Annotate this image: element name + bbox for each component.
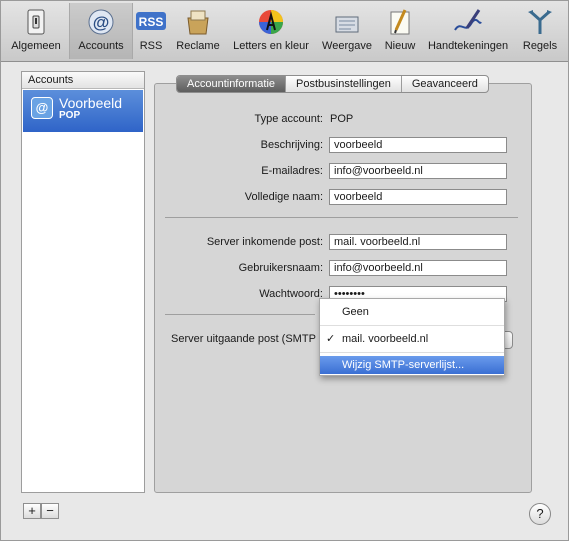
preferences-toolbar: Algemeen @ Accounts RSS RSS Reclame Lett…	[1, 1, 568, 62]
menu-item-edit-smtp-list[interactable]: Wijzig SMTP-serverlijst...	[320, 356, 504, 374]
tab-bar: Accountinformatie Postbusinstellingen Ge…	[176, 75, 489, 93]
toolbar-label: Regels	[522, 40, 558, 52]
menu-separator	[320, 325, 504, 326]
email-field[interactable]: info@voorbeeld.nl	[329, 163, 507, 179]
username-field[interactable]: info@voorbeeld.nl	[329, 260, 507, 276]
toolbar-item-letters-en-kleur[interactable]: Letters en kleur	[227, 3, 315, 59]
fullname-label: Volledige naam:	[244, 191, 323, 203]
section-divider	[165, 217, 518, 218]
toolbar-item-rss[interactable]: RSS RSS	[134, 3, 168, 59]
remove-account-button[interactable]: −	[41, 503, 59, 519]
email-label: E-mailadres:	[261, 165, 323, 177]
menu-item-mail-server[interactable]: ✓ mail. voorbeeld.nl	[320, 330, 504, 348]
toolbar-label: Reclame	[176, 40, 220, 52]
smtp-server-menu: Geen ✓ mail. voorbeeld.nl Wijzig SMTP-se…	[319, 298, 505, 376]
toolbar-item-reclame[interactable]: Reclame	[173, 3, 223, 59]
svg-text:@: @	[93, 13, 110, 32]
tab-postbusinstellingen[interactable]: Postbusinstellingen	[286, 76, 402, 92]
menu-separator	[320, 352, 504, 353]
rss-icon: RSS	[136, 12, 166, 30]
checkmark-icon: ✓	[326, 333, 336, 345]
toolbar-item-weergave[interactable]: Weergave	[319, 3, 375, 59]
toolbar-label: Letters en kleur	[233, 40, 309, 52]
svg-text:RSS: RSS	[139, 15, 164, 29]
composing-icon	[390, 9, 410, 35]
tab-accountinformatie[interactable]: Accountinformatie	[177, 76, 287, 92]
section-divider	[165, 314, 315, 315]
toolbar-item-handtekeningen[interactable]: Handtekeningen	[423, 3, 513, 59]
preferences-window: Algemeen @ Accounts RSS RSS Reclame Lett…	[0, 0, 569, 541]
toolbar-item-algemeen[interactable]: Algemeen	[6, 3, 66, 59]
switch-icon	[27, 9, 45, 35]
fullname-field[interactable]: voorbeeld	[329, 189, 507, 205]
toolbar-label: Accounts	[78, 40, 124, 52]
incoming-server-label: Server inkomende post:	[206, 236, 323, 248]
description-field[interactable]: voorbeeld	[329, 137, 507, 153]
signatures-icon	[454, 9, 482, 31]
junk-mail-icon	[187, 10, 209, 35]
toolbar-label: RSS	[139, 40, 163, 52]
toolbar-label: Algemeen	[11, 40, 61, 52]
at-sign-icon: @	[88, 9, 114, 35]
account-type: POP	[59, 110, 81, 121]
toolbar-item-regels[interactable]: Regels	[517, 3, 563, 59]
username-label: Gebruikersnaam:	[238, 262, 323, 274]
add-account-button[interactable]: +	[23, 503, 41, 519]
account-name: Voorbeeld	[59, 95, 123, 111]
menu-item-geen[interactable]: Geen	[320, 303, 504, 321]
accounts-list: Accounts @ Voorbeeld POP	[21, 71, 145, 493]
toolbar-item-nieuw[interactable]: Nieuw	[379, 3, 421, 59]
viewing-icon	[335, 16, 359, 33]
toolbar-item-accounts[interactable]: @ Accounts	[69, 3, 133, 59]
password-label: Wachtwoord:	[259, 288, 323, 300]
account-type-value: POP	[330, 113, 354, 125]
toolbar-label: Nieuw	[384, 40, 416, 52]
rules-icon	[528, 10, 552, 34]
at-sign-icon: @	[31, 97, 53, 119]
account-type-label: Type account:	[254, 113, 324, 125]
accounts-list-header: Accounts	[22, 72, 144, 89]
tab-geavanceerd[interactable]: Geavanceerd	[402, 76, 488, 92]
toolbar-label: Handtekeningen	[427, 40, 509, 52]
outgoing-server-label: Server uitgaande post (SMTP	[171, 333, 316, 345]
toolbar-label: Weergave	[322, 40, 372, 52]
account-item-voorbeeld[interactable]: @ Voorbeeld POP	[23, 90, 143, 132]
incoming-server-field[interactable]: mail. voorbeeld.nl	[329, 234, 507, 250]
description-label: Beschrijving:	[260, 139, 323, 151]
help-button[interactable]: ?	[529, 503, 551, 525]
fonts-colors-icon	[259, 10, 283, 34]
